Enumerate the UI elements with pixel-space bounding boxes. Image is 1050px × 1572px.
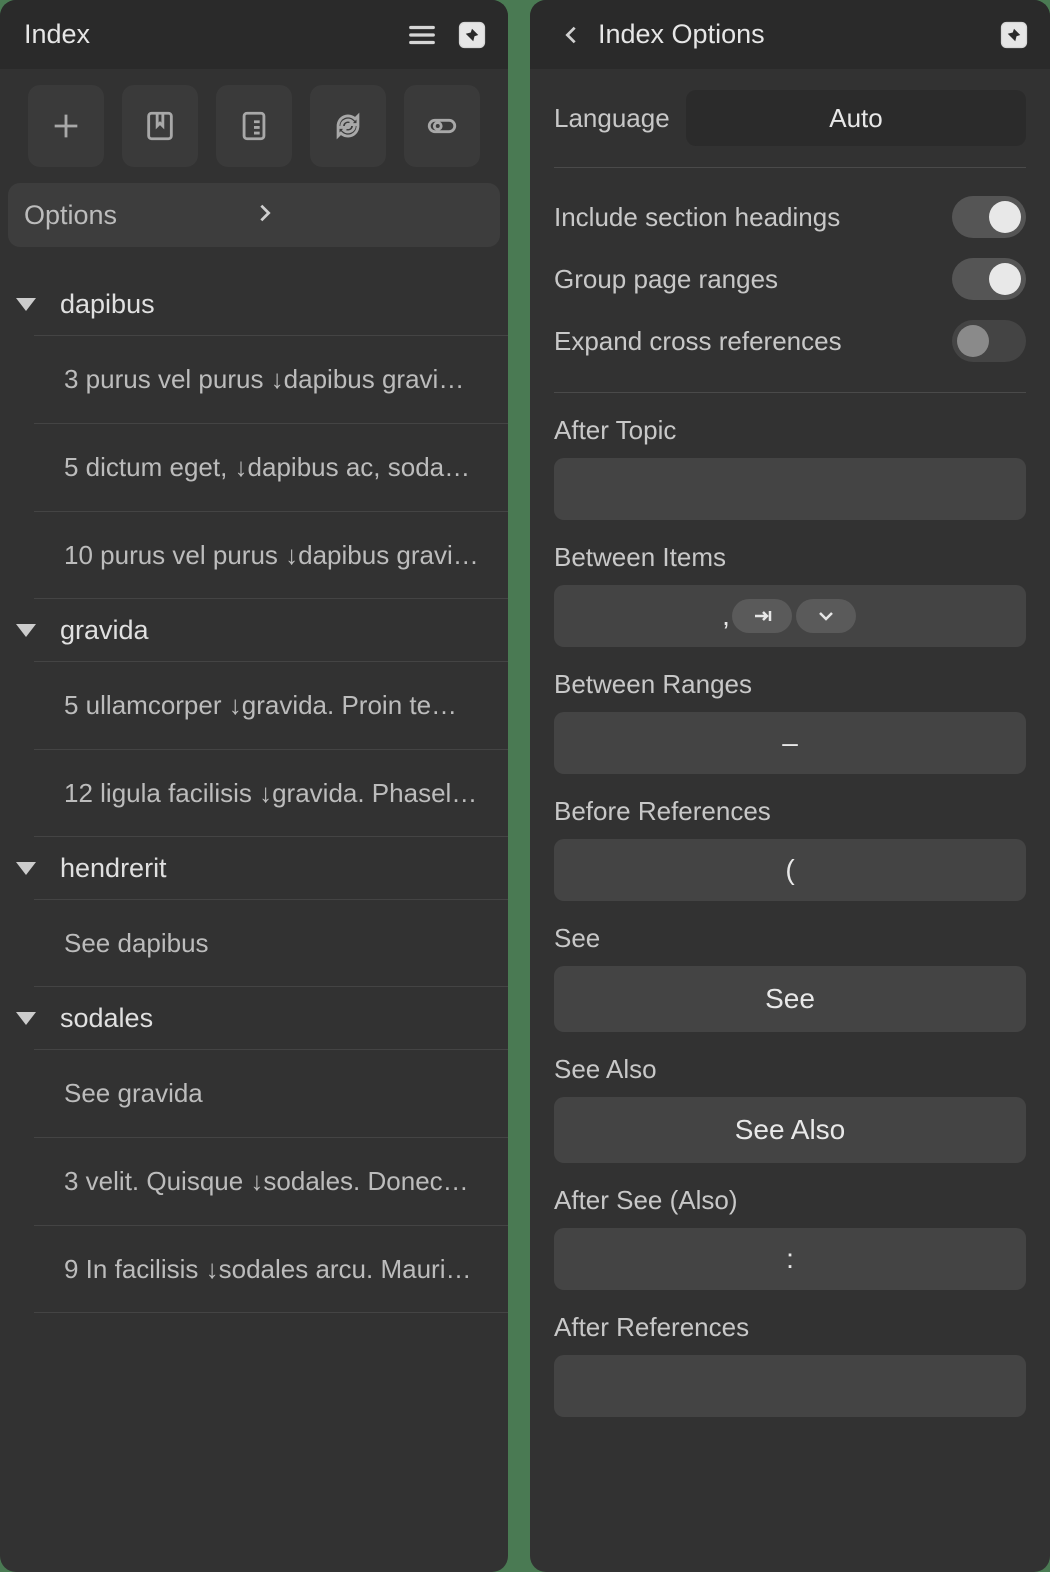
index-panel-header: Index [0, 0, 508, 69]
between-ranges-field[interactable]: – [554, 712, 1026, 774]
index-entry[interactable]: 5 dictum eget, ↓dapibus ac, soda… [34, 423, 508, 511]
after-see-label: After See (Also) [554, 1185, 1026, 1216]
index-toolbar [0, 69, 508, 183]
index-group-header[interactable]: dapibus [0, 273, 508, 335]
include-headings-label: Include section headings [554, 202, 952, 233]
index-entry[interactable]: 3 velit. Quisque ↓sodales. Donec… [34, 1137, 508, 1225]
after-see-field[interactable]: : [554, 1228, 1026, 1290]
add-index-button[interactable] [28, 85, 104, 167]
chevron-down-icon [16, 298, 36, 311]
between-items-label: Between Items [554, 542, 1026, 573]
bookmark-button[interactable] [122, 85, 198, 167]
include-headings-row: Include section headings [554, 186, 1026, 248]
after-references-field[interactable] [554, 1355, 1026, 1417]
before-references-label: Before References [554, 796, 1026, 827]
index-group-name: dapibus [60, 289, 155, 320]
divider [554, 392, 1026, 393]
chevron-right-icon [254, 200, 484, 231]
chevron-down-icon [16, 624, 36, 637]
index-group-header[interactable]: hendrerit [0, 837, 508, 899]
divider [554, 167, 1026, 168]
index-entry[interactable]: 12 ligula facilisis ↓gravida. Phasel… [34, 749, 508, 837]
pin-icon[interactable] [454, 17, 490, 53]
index-options-panel: Index Options Language Auto Include sect… [530, 0, 1050, 1572]
index-entry[interactable]: See gravida [34, 1049, 508, 1137]
after-topic-label: After Topic [554, 415, 1026, 446]
expand-xrefs-row: Expand cross references [554, 310, 1026, 372]
see-also-field[interactable]: See Also [554, 1097, 1026, 1163]
index-options-header: Index Options [530, 0, 1050, 69]
document-list-button[interactable] [216, 85, 292, 167]
index-entry[interactable]: 9 In facilisis ↓sodales arcu. Mauri… [34, 1225, 508, 1313]
between-items-field[interactable]: , [554, 585, 1026, 647]
after-references-label: After References [554, 1312, 1026, 1343]
see-field[interactable]: See [554, 966, 1026, 1032]
index-entry[interactable]: 3 purus vel purus ↓dapibus gravi… [34, 335, 508, 423]
options-row[interactable]: Options [8, 183, 500, 247]
index-panel: Index Options da [0, 0, 508, 1572]
index-group-header[interactable]: sodales [0, 987, 508, 1049]
index-entry-list: dapibus 3 purus vel purus ↓dapibus gravi… [0, 247, 508, 1572]
between-ranges-label: Between Ranges [554, 669, 1026, 700]
menu-icon[interactable] [404, 17, 440, 53]
refresh-button[interactable] [310, 85, 386, 167]
see-label: See [554, 923, 1026, 954]
language-select[interactable]: Auto [686, 90, 1026, 146]
language-label: Language [554, 103, 686, 134]
language-row: Language Auto [554, 87, 1026, 149]
see-also-label: See Also [554, 1054, 1026, 1085]
index-group-header[interactable]: gravida [0, 599, 508, 661]
expand-xrefs-label: Expand cross references [554, 326, 952, 357]
tab-token-icon[interactable] [732, 599, 792, 633]
toggle-view-button[interactable] [404, 85, 480, 167]
after-topic-field[interactable] [554, 458, 1026, 520]
index-group-name: sodales [60, 1003, 153, 1034]
chevron-down-icon[interactable] [796, 599, 856, 633]
options-label: Options [24, 200, 254, 231]
index-options-body: Language Auto Include section headings G… [530, 69, 1050, 1572]
chevron-down-icon [16, 862, 36, 875]
include-headings-toggle[interactable] [952, 196, 1026, 238]
index-entry[interactable]: 10 purus vel purus ↓dapibus gravi… [34, 511, 508, 599]
chevron-down-icon [16, 1012, 36, 1025]
index-group-name: gravida [60, 615, 149, 646]
back-button[interactable] [554, 18, 588, 52]
group-ranges-row: Group page ranges [554, 248, 1026, 310]
pin-icon[interactable] [996, 17, 1032, 53]
index-title: Index [24, 19, 390, 50]
index-options-title: Index Options [598, 19, 982, 50]
index-entry[interactable]: See dapibus [34, 899, 508, 987]
before-references-field[interactable]: ( [554, 839, 1026, 901]
group-ranges-label: Group page ranges [554, 264, 952, 295]
expand-xrefs-toggle[interactable] [952, 320, 1026, 362]
index-group-name: hendrerit [60, 853, 167, 884]
group-ranges-toggle[interactable] [952, 258, 1026, 300]
index-entry[interactable]: 5 ullamcorper ↓gravida. Proin te… [34, 661, 508, 749]
